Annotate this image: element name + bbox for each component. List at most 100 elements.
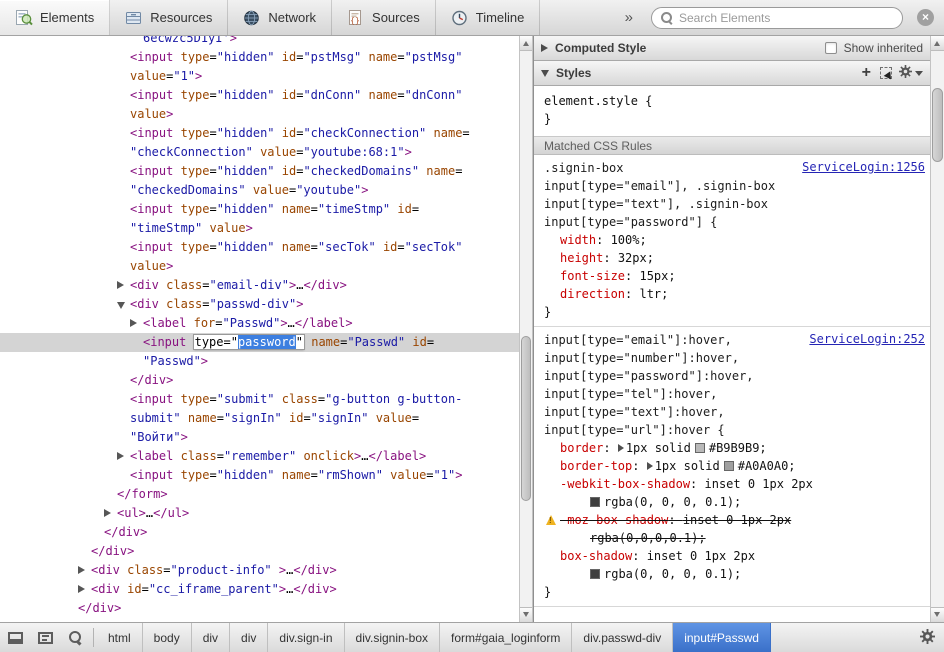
search-box[interactable] <box>651 7 903 29</box>
dom-tree-line[interactable]: 6ecwzc5D1yI'> <box>0 36 519 48</box>
color-swatch[interactable] <box>590 497 600 507</box>
dom-tree-line[interactable]: value> <box>0 257 519 276</box>
breadcrumb-item[interactable]: div.signin-box <box>345 623 440 652</box>
color-swatch[interactable] <box>724 461 734 471</box>
scrollbar-thumb[interactable] <box>521 336 531 501</box>
tab-elements[interactable]: Elements <box>0 0 110 35</box>
console-toggle-button[interactable] <box>30 623 60 652</box>
css-selector[interactable]: input[type="password"]:hover, <box>544 367 922 385</box>
settings-button[interactable] <box>911 623 944 652</box>
breadcrumb-item[interactable]: div.sign-in <box>268 623 344 652</box>
dom-tree-line[interactable]: <div class="email-div">…</div> <box>0 276 519 295</box>
scroll-up-button[interactable] <box>931 36 944 51</box>
color-swatch[interactable] <box>695 443 705 453</box>
dom-tree-line[interactable]: </div> <box>0 371 519 390</box>
dom-tree-line[interactable]: <label for="Passwd">…</label> <box>0 314 519 333</box>
styles-header[interactable]: Styles + <box>534 61 930 86</box>
search-input[interactable] <box>679 11 893 25</box>
expand-arrow-icon[interactable] <box>104 509 111 517</box>
expand-arrow-icon[interactable] <box>78 566 85 574</box>
dom-tree-line[interactable]: "timeStmp" value> <box>0 219 519 238</box>
dom-tree-line[interactable]: <input type="hidden" name="timeStmp" id= <box>0 200 519 219</box>
dom-tree-line[interactable]: <div class="passwd-div"> <box>0 295 519 314</box>
expand-arrow-icon[interactable] <box>117 281 124 289</box>
dom-tree-line[interactable]: "Войти"> <box>0 428 519 447</box>
css-property[interactable]: box-shadow: inset 0 1px 2px <box>544 547 922 565</box>
dom-tree-line[interactable]: value> <box>0 105 519 124</box>
show-inherited-checkbox[interactable] <box>825 42 837 54</box>
dom-tree-line[interactable]: "checkConnection" value="youtube:68:1"> <box>0 143 519 162</box>
dom-tree-line-selected[interactable]: <input type="password" name="Passwd" id= <box>0 333 519 352</box>
attribute-value-editor[interactable]: type="password" <box>194 335 304 349</box>
styles-scrollbar[interactable] <box>930 36 944 622</box>
styles-settings-button[interactable] <box>899 65 923 81</box>
tab-resources[interactable]: Resources <box>110 0 228 35</box>
css-property-wrapped-value[interactable]: rgba(0,0,0,0.1); <box>544 529 922 547</box>
css-property[interactable]: width: 100%; <box>544 231 922 249</box>
dom-tree-line[interactable]: <div class="product-info" >…</div> <box>0 561 519 580</box>
computed-style-header[interactable]: Computed Style Show inherited <box>534 36 930 61</box>
color-swatch[interactable] <box>590 569 600 579</box>
dock-side-button[interactable] <box>0 623 30 652</box>
css-property[interactable]: -webkit-box-shadow: inset 0 1px 2px <box>544 475 922 493</box>
tab-timeline[interactable]: Timeline <box>436 0 541 35</box>
expand-arrow-icon[interactable] <box>618 444 624 452</box>
dom-tree-line[interactable]: <input type="hidden" name="rmShown" valu… <box>0 466 519 485</box>
new-style-rule-button[interactable]: + <box>860 66 873 80</box>
css-property-wrapped-value[interactable]: rgba(0, 0, 0, 0.1); <box>544 565 922 583</box>
dom-tree-line[interactable]: "checkedDomains" value="youtube"> <box>0 181 519 200</box>
css-selector[interactable]: input[type="url"]:hover { <box>544 421 922 439</box>
elements-scrollbar[interactable] <box>519 36 533 622</box>
dom-tree-line[interactable]: <ul>…</ul> <box>0 504 519 523</box>
dom-tree-line[interactable]: </div> <box>0 542 519 561</box>
element-state-button[interactable] <box>880 67 892 79</box>
scroll-up-button[interactable] <box>520 36 532 51</box>
dom-tree-line[interactable]: <input type="submit" class="g-button g-b… <box>0 390 519 409</box>
tab-network[interactable]: Network <box>228 0 332 35</box>
dom-tree-line[interactable]: value="1"> <box>0 67 519 86</box>
dom-tree-line[interactable]: </div> <box>0 523 519 542</box>
dom-tree-line[interactable]: <div id="cc_iframe_parent">…</div> <box>0 580 519 599</box>
expand-arrow-icon[interactable] <box>117 452 124 460</box>
css-selector[interactable]: input[type="tel"]:hover, <box>544 385 922 403</box>
expand-arrow-icon[interactable] <box>130 319 137 327</box>
element-style-rule[interactable]: element.style { } <box>534 86 930 130</box>
css-selector[interactable]: input[type="number"]:hover, <box>544 349 922 367</box>
dom-tree-line[interactable]: </form> <box>0 485 519 504</box>
dom-tree-line[interactable]: <input type="hidden" name="secTok" id="s… <box>0 238 519 257</box>
dom-tree-line[interactable]: "Passwd"> <box>0 352 519 371</box>
collapse-arrow-icon[interactable] <box>117 302 125 309</box>
breadcrumb-item-selected[interactable]: input#Passwd <box>673 623 771 652</box>
expand-arrow-icon[interactable] <box>541 70 549 77</box>
stylesheet-link[interactable]: ServiceLogin:252 <box>809 332 925 346</box>
inspect-element-button[interactable] <box>60 623 90 652</box>
stylesheet-link[interactable]: ServiceLogin:1256 <box>802 160 925 174</box>
css-selector[interactable]: input[type="text"], .signin-box <box>544 195 922 213</box>
css-property[interactable]: border-top: 1px solid#A0A0A0; <box>544 457 922 475</box>
css-selector[interactable]: input[type="email"], .signin-box <box>544 177 922 195</box>
css-property[interactable]: font-size: 15px; <box>544 267 922 285</box>
expand-arrow-icon[interactable] <box>647 462 653 470</box>
css-property[interactable]: height: 32px; <box>544 249 922 267</box>
tab-sources[interactable]: {}Sources <box>332 0 436 35</box>
dom-tree-line[interactable]: <input type="hidden" id="dnConn" name="d… <box>0 86 519 105</box>
dom-tree-line[interactable]: </div> <box>0 599 519 618</box>
breadcrumb-item[interactable]: div <box>192 623 230 652</box>
breadcrumb-item[interactable]: html <box>97 623 143 652</box>
dom-tree-line[interactable]: <input type="hidden" id="checkedDomains"… <box>0 162 519 181</box>
css-selector[interactable]: input[type="text"]:hover, <box>544 403 922 421</box>
close-button[interactable]: × <box>917 9 934 26</box>
scroll-down-button[interactable] <box>931 607 944 622</box>
overflow-panels-chevron[interactable]: » <box>621 9 637 26</box>
breadcrumb-item[interactable]: div.passwd-div <box>572 623 673 652</box>
css-property[interactable]: direction: ltr; <box>544 285 922 303</box>
breadcrumb-item[interactable]: div <box>230 623 268 652</box>
expand-arrow-icon[interactable] <box>78 585 85 593</box>
collapse-arrow-icon[interactable] <box>541 44 548 52</box>
scroll-down-button[interactable] <box>520 607 532 622</box>
css-property[interactable]: -moz-box-shadow: inset 0 1px 2px <box>544 511 922 529</box>
dom-tree-line[interactable]: <input type="hidden" id="checkConnection… <box>0 124 519 143</box>
dom-tree-line[interactable]: <input type="hidden" id="pstMsg" name="p… <box>0 48 519 67</box>
dom-tree-line[interactable]: submit" name="signIn" id="signIn" value= <box>0 409 519 428</box>
dom-tree-line[interactable]: <label class="remember" onclick>…</label… <box>0 447 519 466</box>
